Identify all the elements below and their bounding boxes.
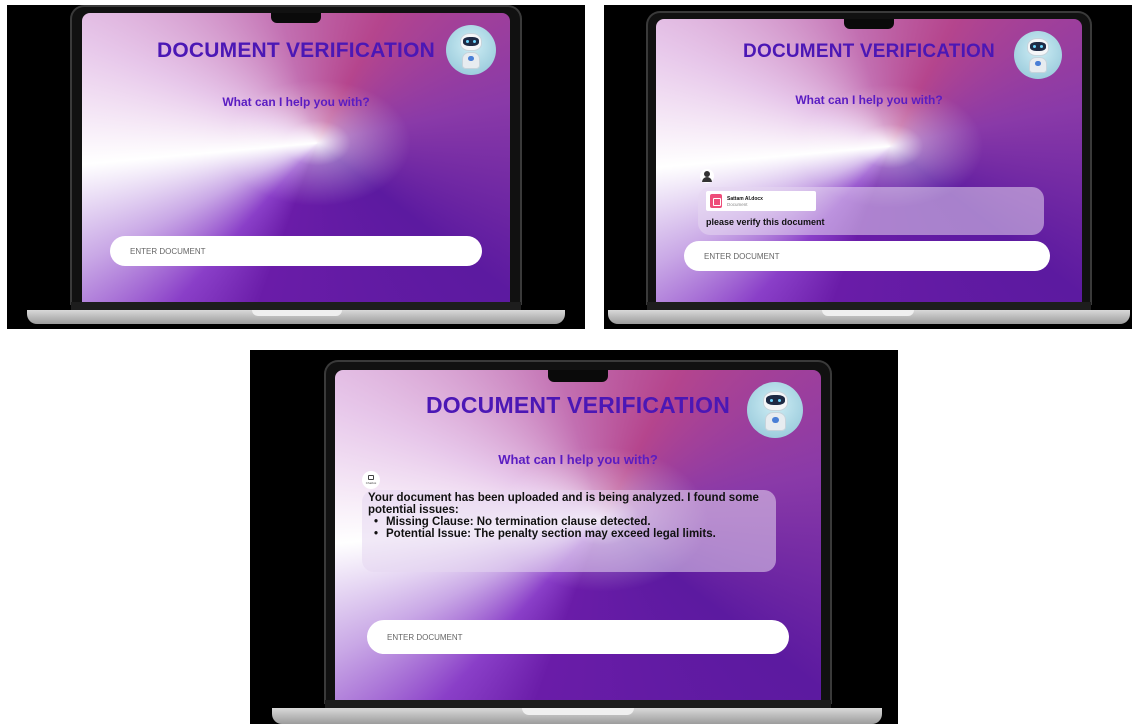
bot-message-bubble: Your document has been uploaded and is b… [362,490,776,572]
app-screen: DOCUMENT VERIFICATION What can I help yo… [335,370,821,702]
laptop-lid-groove [252,310,342,316]
prompt-heading: What can I help you with? [795,93,943,107]
screen-bezel [71,302,521,310]
document-input[interactable]: ENTER DOCUMENT [110,236,482,266]
prompt-heading: What can I help you with? [222,95,370,109]
laptop-mockup-upload: DOCUMENT VERIFICATION What can I help yo… [604,5,1132,329]
issue-item: Missing Clause: No termination clause de… [374,516,770,528]
app-screen: DOCUMENT VERIFICATION What can I help yo… [82,13,510,302]
issue-list: Missing Clause: No termination clause de… [374,516,770,540]
camera-notch [271,13,321,23]
app-screen: DOCUMENT VERIFICATION What can I help yo… [656,19,1082,302]
chatbot-avatar-icon: Chatbot [362,471,380,489]
camera-notch [844,19,894,29]
attachment-file-name: Sattam AI.docx [727,195,763,202]
robot-icon [747,382,803,438]
robot-icon [1014,31,1062,79]
attachment-card[interactable]: Sattam AI.docx Document [706,191,816,211]
screen-bezel [647,302,1091,310]
document-input[interactable]: ENTER DOCUMENT [367,620,789,654]
bot-message: Your document has been uploaded and is b… [368,492,770,540]
user-message-bubble: Sattam AI.docx Document please verify th… [698,187,1044,235]
laptop-mockup-empty: DOCUMENT VERIFICATION What can I help yo… [7,5,585,329]
document-icon [710,194,722,208]
robot-icon [446,25,496,75]
laptop-lid-groove [822,310,914,316]
screen-bezel [325,700,831,708]
laptop-mockup-response: DOCUMENT VERIFICATION What can I help yo… [250,350,898,724]
attachment-file-type: Document [727,201,748,207]
user-avatar-icon [700,169,714,183]
user-message-text: please verify this document [706,217,825,227]
laptop-lid-groove [522,708,634,715]
prompt-heading: What can I help you with? [498,452,658,467]
camera-notch [548,370,608,382]
bot-response-intro: Your document has been uploaded and is b… [368,492,759,516]
document-input[interactable]: ENTER DOCUMENT [684,241,1050,271]
issue-item: Potential Issue: The penalty section may… [374,528,770,540]
chatbot-avatar-label: Chatbot [365,481,377,485]
